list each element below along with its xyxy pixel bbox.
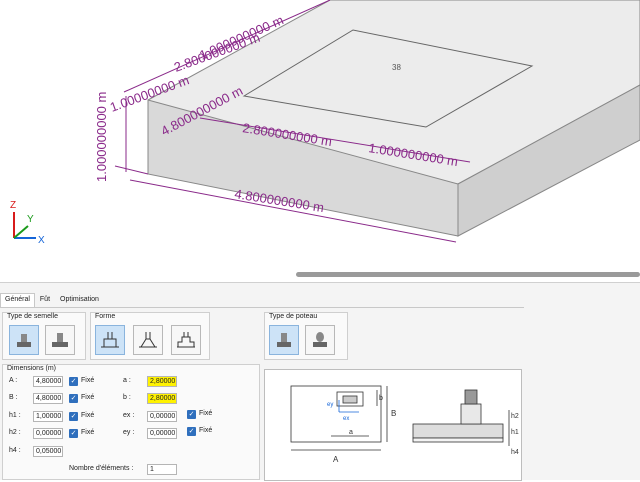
- axis-y-label: Y: [27, 214, 34, 225]
- strip-footing-icon: [52, 333, 68, 347]
- footing-type-group: Type de semelle: [2, 312, 86, 360]
- preview-label-A: A: [333, 455, 339, 464]
- shape-stepped-icon: [177, 332, 195, 348]
- strip-footing-button[interactable]: [45, 325, 75, 355]
- field-h4-label: h4 :: [9, 447, 21, 454]
- shape-rect-button[interactable]: [95, 325, 125, 355]
- field-ex-fixed-checkbox[interactable]: ✓: [187, 410, 196, 419]
- axis-x-label: X: [38, 235, 45, 246]
- field-ey-fixed-checkbox[interactable]: ✓: [187, 427, 196, 436]
- plan-column-core: [342, 395, 358, 404]
- field-B-label: B :: [9, 394, 18, 401]
- dim-left-height: 1.000000000 m: [94, 92, 109, 182]
- shape-group: Forme: [90, 312, 210, 360]
- preview-label-h4: h4: [511, 449, 519, 456]
- field-a-input[interactable]: 2,80000: [147, 376, 177, 387]
- preview-label-B: B: [391, 409, 396, 418]
- field-h4-input[interactable]: 0,05000: [33, 446, 63, 457]
- field-h1-fixed-label: Fixé: [81, 412, 95, 419]
- field-h2-label: h2 :: [9, 429, 21, 436]
- preview-label-h1: h1: [511, 429, 519, 436]
- field-h2-input[interactable]: 0,00000: [33, 428, 63, 439]
- dimensions-label: Dimensions (m): [7, 365, 57, 372]
- field-h1-fixed-checkbox[interactable]: ✓: [69, 412, 78, 421]
- 3d-scene: 38 1.000000000 m 2.800000000 m 1.0000000…: [10, 0, 640, 246]
- properties-panel: Général Fût Optimisation Type de semelle…: [0, 282, 640, 481]
- 3d-viewport[interactable]: 38 1.000000000 m 2.800000000 m 1.0000000…: [0, 0, 640, 268]
- field-ex-fixed-label: Fixé: [199, 410, 213, 417]
- field-A-fixed-checkbox[interactable]: ✓: [69, 377, 78, 386]
- field-A-label: A :: [9, 377, 18, 384]
- shape-tapered-icon: [139, 332, 157, 348]
- tab-optimisation[interactable]: Optimisation: [55, 293, 104, 307]
- field-ey-input[interactable]: 0,00000: [147, 428, 177, 439]
- element-count-label: Nombre d'éléments :: [69, 465, 134, 472]
- field-h1-label: h1 :: [9, 412, 21, 419]
- round-column-icon: [313, 332, 327, 347]
- axis-z-label: Z: [10, 200, 16, 211]
- field-h1-input[interactable]: 1,00000: [33, 411, 63, 422]
- preview-label-b: b: [379, 395, 383, 402]
- field-A-input[interactable]: 4,80000: [33, 376, 63, 387]
- footing-preview: A B a b ey ex h2 h1 h4: [264, 369, 522, 481]
- field-B-input[interactable]: 4,80000: [33, 393, 63, 404]
- elev-blinding: [412, 437, 504, 443]
- isolated-footing-icon: [17, 334, 31, 347]
- dimensions-group: Dimensions (m) A : 4,80000 ✓ Fixé B : 4,…: [2, 364, 260, 480]
- field-B-fixed-checkbox[interactable]: ✓: [69, 394, 78, 403]
- horizontal-scrollbar[interactable]: [296, 272, 640, 277]
- elev-slab: [412, 423, 504, 439]
- tab-general[interactable]: Général: [0, 293, 35, 307]
- plan-outline: [290, 385, 382, 443]
- tab-strip: Général Fût Optimisation: [0, 293, 104, 307]
- field-b-label: b :: [123, 394, 131, 401]
- rect-column-button[interactable]: [269, 325, 299, 355]
- shape-stepped-button[interactable]: [171, 325, 201, 355]
- field-ey-fixed-label: Fixé: [199, 427, 213, 434]
- slab-label: 38: [392, 63, 401, 72]
- field-ey-label: ey :: [123, 429, 135, 436]
- footing-schematic: A B a b ey ex h2 h1 h4: [290, 385, 519, 464]
- footing-type-label: Type de semelle: [7, 313, 58, 320]
- axis-gizmo: Z Y X: [10, 200, 45, 246]
- field-a-label: a :: [123, 377, 131, 384]
- field-ex-label: ex :: [123, 412, 135, 419]
- shape-rect-icon: [101, 332, 119, 348]
- preview-label-a: a: [349, 429, 353, 436]
- field-ex-input[interactable]: 0,00000: [147, 411, 177, 422]
- rect-column-icon: [277, 333, 291, 347]
- isolated-footing-button[interactable]: [9, 325, 39, 355]
- elev-pedestal: [460, 403, 482, 425]
- preview-label-ey: ey: [327, 402, 333, 408]
- column-type-group: Type de poteau: [264, 312, 348, 360]
- shape-label: Forme: [95, 313, 116, 320]
- field-b-input[interactable]: 2,80000: [147, 393, 177, 404]
- field-A-fixed-label: Fixé: [81, 377, 95, 384]
- column-type-label: Type de poteau: [269, 313, 318, 320]
- element-count-input[interactable]: 1: [147, 464, 177, 475]
- field-h2-fixed-label: Fixé: [81, 429, 95, 436]
- tab-fut[interactable]: Fût: [35, 293, 55, 307]
- preview-label-h2: h2: [511, 413, 519, 420]
- preview-label-ex: ex: [343, 416, 349, 422]
- shape-tapered-button[interactable]: [133, 325, 163, 355]
- elev-column: [464, 389, 478, 405]
- field-B-fixed-label: Fixé: [81, 394, 95, 401]
- round-column-button[interactable]: [305, 325, 335, 355]
- field-h2-fixed-checkbox[interactable]: ✓: [69, 429, 78, 438]
